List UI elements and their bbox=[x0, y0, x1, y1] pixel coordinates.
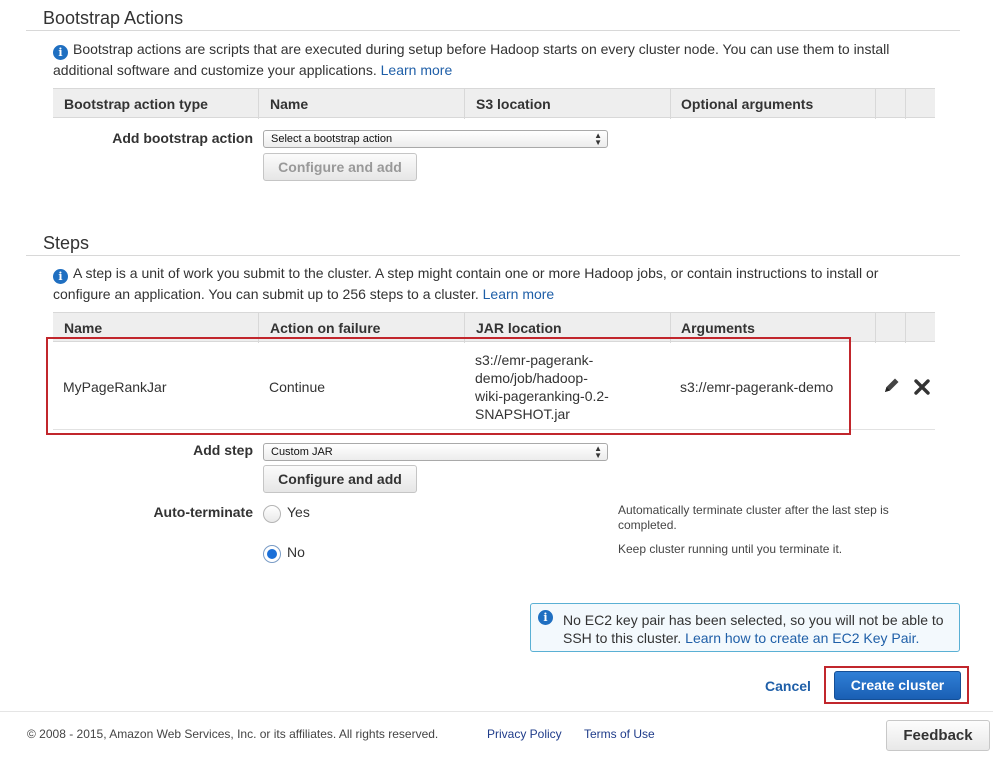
bootstrap-action-select[interactable]: Select a bootstrap action ▲ ▼ bbox=[263, 130, 608, 148]
cancel-button[interactable]: Cancel bbox=[765, 678, 811, 694]
column-divider bbox=[905, 89, 906, 119]
feedback-button[interactable]: Feedback bbox=[886, 720, 990, 751]
column-divider bbox=[258, 89, 259, 119]
footer-copyright: © 2008 - 2015, Amazon Web Services, Inc.… bbox=[27, 727, 439, 741]
column-divider bbox=[670, 89, 671, 119]
info-icon: i bbox=[53, 269, 68, 284]
column-header-s3-location: S3 location bbox=[476, 96, 551, 112]
add-step-select-value: Custom JAR bbox=[271, 446, 333, 458]
step-configure-add-button[interactable]: Configure and add bbox=[263, 465, 417, 493]
bootstrap-configure-add-button[interactable]: Configure and add bbox=[263, 153, 417, 181]
bootstrap-section-title: Bootstrap Actions bbox=[43, 8, 184, 28]
bootstrap-learn-more-link[interactable]: Learn more bbox=[381, 62, 453, 78]
auto-terminate-label: Auto-terminate bbox=[153, 504, 253, 520]
bootstrap-table-header: Bootstrap action type Name S3 location O… bbox=[53, 88, 935, 119]
column-header-arguments: Arguments bbox=[681, 320, 755, 336]
terms-of-use-link[interactable]: Terms of Use bbox=[584, 727, 655, 741]
steps-learn-more-link[interactable]: Learn more bbox=[483, 286, 555, 302]
add-step-select[interactable]: Custom JAR ▲ ▼ bbox=[263, 443, 608, 461]
bootstrap-action-select-value: Select a bootstrap action bbox=[271, 133, 393, 145]
step-row-highlight bbox=[46, 337, 851, 435]
column-header-action-on-failure: Action on failure bbox=[270, 320, 381, 336]
key-pair-notice: i No EC2 key pair has been selected, so … bbox=[530, 603, 960, 652]
select-arrows-icon: ▲ ▼ bbox=[594, 131, 602, 147]
pencil-icon[interactable] bbox=[883, 376, 901, 396]
auto-terminate-yes-help: Automatically terminate cluster after th… bbox=[618, 503, 889, 532]
column-header-name: Name bbox=[270, 96, 309, 112]
delete-x-icon[interactable] bbox=[913, 378, 931, 396]
create-cluster-button[interactable]: Create cluster bbox=[834, 671, 961, 700]
auto-terminate-yes-radio[interactable] bbox=[263, 505, 281, 523]
auto-terminate-no-help: Keep cluster running until you terminate… bbox=[618, 542, 843, 556]
bootstrap-divider bbox=[26, 30, 960, 31]
column-header-name: Name bbox=[64, 320, 103, 336]
column-divider bbox=[875, 89, 876, 119]
column-header-optional-arguments: Optional arguments bbox=[681, 96, 814, 112]
column-divider bbox=[464, 89, 465, 119]
steps-description-text: A step is a unit of work you submit to t… bbox=[53, 265, 879, 302]
privacy-policy-link[interactable]: Privacy Policy bbox=[487, 727, 562, 741]
add-bootstrap-action-label: Add bootstrap action bbox=[112, 130, 253, 146]
auto-terminate-no-label[interactable]: No bbox=[287, 544, 305, 560]
column-header-jar-location: JAR location bbox=[476, 320, 562, 336]
bootstrap-description: i Bootstrap actions are scripts that are … bbox=[53, 39, 933, 80]
steps-description: iA step is a unit of work you submit to … bbox=[53, 263, 933, 304]
create-key-pair-link[interactable]: Learn how to create an EC2 Key Pair. bbox=[685, 630, 919, 646]
info-icon: i bbox=[538, 610, 553, 625]
column-header-bootstrap-type: Bootstrap action type bbox=[64, 96, 208, 112]
column-divider bbox=[905, 313, 906, 343]
info-icon: i bbox=[53, 45, 68, 60]
select-arrows-icon: ▲ ▼ bbox=[594, 444, 602, 460]
bootstrap-description-text: Bootstrap actions are scripts that are e… bbox=[53, 41, 890, 78]
column-divider bbox=[875, 313, 876, 343]
steps-section-title: Steps bbox=[43, 233, 90, 253]
add-step-label: Add step bbox=[193, 442, 253, 458]
steps-divider bbox=[26, 255, 960, 256]
auto-terminate-no-radio[interactable] bbox=[263, 545, 281, 563]
auto-terminate-yes-label[interactable]: Yes bbox=[287, 504, 310, 520]
footer-divider bbox=[0, 711, 993, 712]
